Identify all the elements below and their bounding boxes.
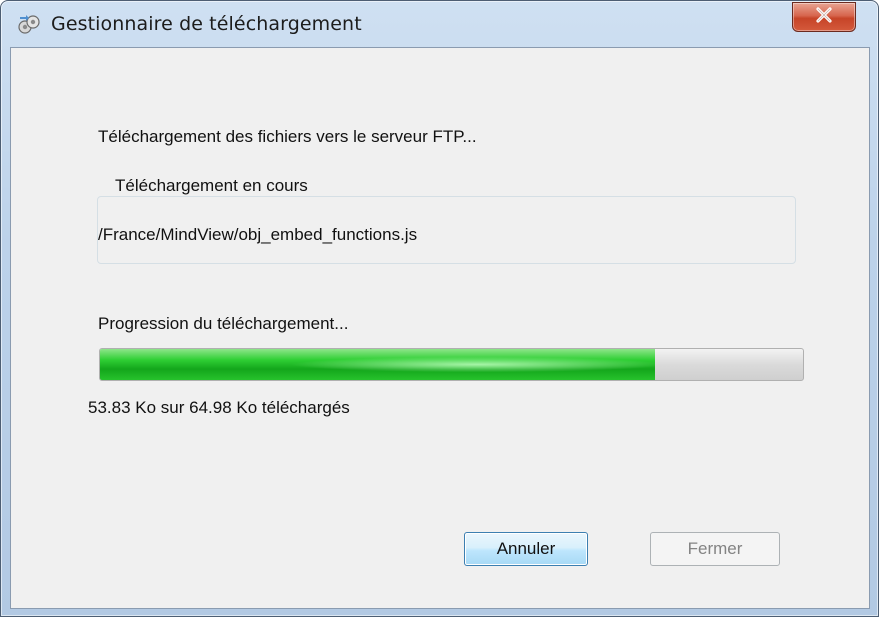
cancel-button[interactable]: Annuler [464, 532, 588, 566]
dialog-content: Téléchargement des fichiers vers le serv… [10, 47, 870, 609]
upload-progress-fill [100, 349, 656, 380]
window-title: Gestionnaire de téléchargement [51, 13, 362, 35]
current-file-path: /France/MindView/obj_embed_functions.js [98, 225, 418, 244]
close-button[interactable]: Fermer [650, 532, 780, 566]
title-bar[interactable]: Gestionnaire de téléchargement [1, 1, 878, 47]
network-transfer-icon [17, 13, 41, 37]
upload-progress-bar [99, 348, 804, 381]
close-icon [814, 6, 834, 28]
progress-label: Progression du téléchargement... [98, 314, 349, 333]
upload-message: Téléchargement des fichiers vers le serv… [98, 127, 477, 146]
download-manager-window: Gestionnaire de téléchargement Télécharg… [0, 0, 879, 617]
progress-status: 53.83 Ko sur 64.98 Ko téléchargés [88, 398, 350, 417]
window-close-button[interactable] [792, 2, 856, 32]
current-upload-legend: Téléchargement en cours [111, 176, 312, 196]
